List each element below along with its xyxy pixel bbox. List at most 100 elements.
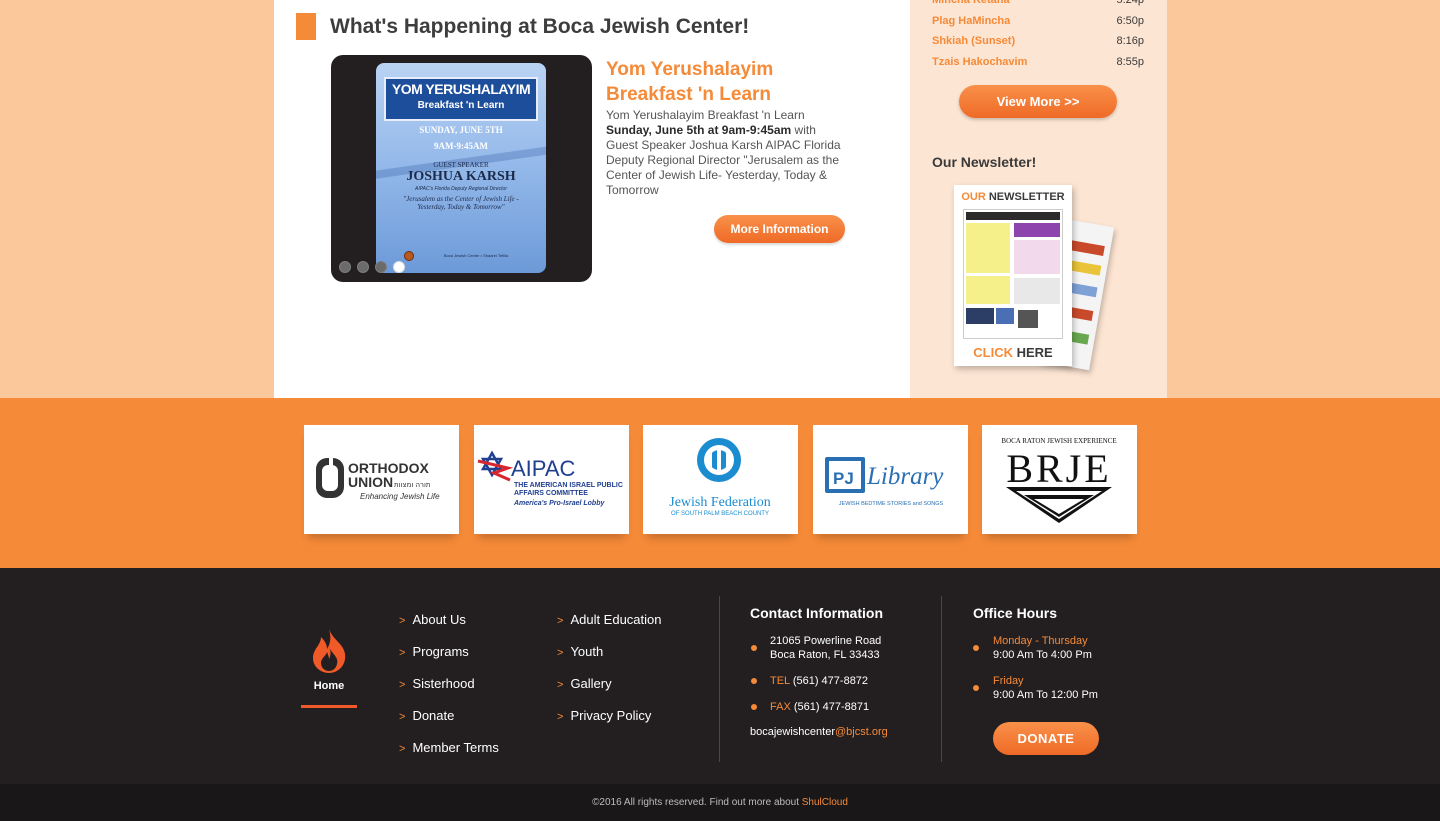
svg-text:Library: Library [866, 463, 944, 490]
flame-logo-icon[interactable] [301, 627, 357, 675]
footer-nav-link[interactable]: > Gallery [557, 676, 662, 708]
poster-guest-label: GUEST SPEAKER [433, 161, 489, 169]
poster-speaker-title: AIPAC's Florida Deputy Regional Director [414, 186, 507, 192]
event-desc-date: Sunday, June 5th at 9am-9:45am [606, 123, 792, 137]
svg-text:Enhancing Jewish Life: Enhancing Jewish Life [360, 492, 440, 501]
bullet-fax [751, 704, 757, 710]
ou-logo-icon: ORTHODOX UNION תורה ומצוות Enhancing Jew… [316, 458, 440, 501]
footer-nav-link[interactable]: > Donate [399, 708, 499, 740]
hours-friday: Friday 9:00 Am To 12:00 Pm [993, 674, 1098, 702]
svg-text:THE AMERICAN ISRAEL PUBLIC: THE AMERICAN ISRAEL PUBLIC [514, 482, 623, 489]
slider-pagination [339, 261, 405, 273]
federation-logo-icon: Jewish Federation OF SOUTH PALM BEACH CO… [669, 438, 771, 517]
svg-text:PJ: PJ [833, 469, 854, 488]
chevron-right-icon: > [399, 711, 406, 723]
site-footer: Home > About Us > Programs > Sisterhood > Donat… [0, 568, 1440, 784]
footer-nav-label: Programs [412, 644, 469, 659]
svg-text:Jewish Federation: Jewish Federation [669, 495, 770, 510]
view-more-button[interactable]: View More >> [959, 85, 1117, 118]
footer-nav-col-1: > About Us > Programs > Sisterhood > Donate > Mem… [399, 612, 499, 772]
footer-nav-label: Sisterhood [412, 676, 475, 691]
footer-nav-link[interactable]: > Privacy Policy [557, 708, 662, 740]
poster-topic: "Jerusalem as the Center of Jewish Life … [403, 195, 519, 211]
pj-library-logo-icon: PJ Library JEWISH BEDTIME STORIES and SO… [825, 457, 944, 507]
donate-button[interactable]: DONATE [993, 722, 1099, 755]
copyright-text: ©2016 All rights reserved. Find out more… [592, 797, 848, 808]
poster-seal-icon [404, 251, 414, 261]
zmanim-name: Mincha Ketana [932, 0, 1010, 6]
footer-nav-col-2: > Adult Education > Youth > Gallery > Privacy P… [557, 612, 662, 740]
partner-brje[interactable]: BOCA RATON JEWISH EXPERIENCE BRJE [982, 425, 1137, 534]
svg-text:UNION: UNION [348, 474, 393, 490]
event-slider[interactable]: YOM YERUSHALAYIM Breakfast 'n Learn SUND… [331, 55, 592, 282]
footer-nav-label: Member Terms [412, 740, 499, 755]
newsletter-click-here[interactable]: CLICK HERE [954, 345, 1072, 360]
footer-nav-label: Adult Education [570, 612, 662, 627]
address-line-1: 21065 Powerline Road [770, 635, 882, 647]
zmanim-name: Plag HaMincha [932, 14, 1011, 27]
more-information-button[interactable]: More Information [714, 215, 845, 243]
svg-text:OF SOUTH PALM BEACH COUNTY: OF SOUTH PALM BEACH COUNTY [671, 511, 769, 517]
slider-dot-1[interactable] [339, 261, 351, 273]
footer-nav-link[interactable]: > Programs [399, 644, 499, 676]
partner-logos-band: ORTHODOX UNION תורה ומצוות Enhancing Jew… [0, 398, 1440, 568]
newsletter-heading: Our Newsletter! [932, 154, 1037, 170]
home-link[interactable]: Home [301, 680, 357, 692]
svg-text:BOCA RATON JEWISH EXPERIENCE: BOCA RATON JEWISH EXPERIENCE [1001, 437, 1116, 445]
poster-footer: Boca Jewish Center • Shaarei Tefilla [443, 253, 509, 258]
hours-time-2: 9:00 Am To 12:00 Pm [993, 689, 1098, 701]
poster-subtitle: Breakfast 'n Learn [417, 100, 505, 111]
svg-text:America's Pro-Israel Lobby: America's Pro-Israel Lobby [513, 500, 605, 507]
svg-text:BRJE: BRJE [1006, 446, 1111, 491]
chevron-right-icon: > [557, 647, 564, 659]
event-poster-image[interactable]: YOM YERUSHALAYIM Breakfast 'n Learn SUND… [376, 63, 546, 273]
slider-dot-2[interactable] [357, 261, 369, 273]
slider-dot-3[interactable] [375, 261, 387, 273]
partner-pj-library[interactable]: PJ Library JEWISH BEDTIME STORIES and SO… [813, 425, 968, 534]
contact-fax: FAX (561) 477-8871 [770, 701, 870, 713]
zmanim-time: 5:24p [1116, 0, 1144, 6]
section-header: What's Happening at Boca Jewish Center! [296, 13, 749, 40]
newsletter-thumbnail [963, 209, 1063, 339]
svg-text:תורה ומצוות: תורה ומצוות [394, 481, 431, 489]
hours-days-2: Friday [993, 675, 1024, 687]
poster-speaker: JOSHUA KARSH [406, 169, 516, 184]
svg-text:JEWISH BEDTIME STORIES and SON: JEWISH BEDTIME STORIES and SONGS [839, 501, 944, 507]
zmanim-row: Plag HaMincha 6:50p [932, 15, 1144, 36]
footer-nav-label: Privacy Policy [570, 708, 652, 723]
poster-date: SUNDAY, JUNE 5TH [419, 125, 503, 135]
footer-nav-label: Gallery [570, 676, 612, 691]
partner-aipac[interactable]: AIPAC THE AMERICAN ISRAEL PUBLIC AFFAIRS… [474, 425, 629, 534]
shulcloud-link[interactable]: ShulCloud [802, 797, 848, 808]
event-title[interactable]: Yom Yerushalayim Breakfast 'n Learn [606, 57, 846, 107]
chevron-right-icon: > [399, 743, 406, 755]
aipac-logo-icon: AIPAC THE AMERICAN ISRAEL PUBLIC AFFAIRS… [477, 450, 623, 507]
contact-tel[interactable]: TEL (561) 477-8872 [770, 674, 868, 688]
chevron-right-icon: > [399, 679, 406, 691]
zmanim-row: Shkiah (Sunset) 8:16p [932, 35, 1144, 56]
partner-orthodox-union[interactable]: ORTHODOX UNION תורה ומצוות Enhancing Jew… [304, 425, 459, 534]
newsletter-card[interactable]: OUR NEWSLETTER CLICK HERE [954, 185, 1072, 366]
footer-nav-link[interactable]: > Adult Education [557, 612, 662, 644]
partner-jewish-federation[interactable]: Jewish Federation OF SOUTH PALM BEACH CO… [643, 425, 798, 534]
footer-nav-link[interactable]: > Sisterhood [399, 676, 499, 708]
zmanim-list: Mincha Ketana 5:24p Plag HaMincha 6:50p Shki… [932, 0, 1144, 76]
footer-nav-link[interactable]: > Youth [557, 644, 662, 676]
chevron-right-icon: > [557, 615, 564, 627]
contact-email-link[interactable]: bocajewishcenter@bjcst.org [750, 725, 888, 739]
slider-dot-4-active[interactable] [393, 261, 405, 273]
zmanim-row: Mincha Ketana 5:24p [932, 0, 1144, 15]
section-title: What's Happening at Boca Jewish Center! [330, 14, 750, 38]
footer-nav-label: Donate [412, 708, 455, 723]
zmanim-time: 8:55p [1116, 55, 1144, 68]
svg-text:AFFAIRS COMMITTEE: AFFAIRS COMMITTEE [514, 490, 588, 497]
newsletter-card-title: OUR NEWSLETTER [961, 191, 1065, 203]
zmanim-name: Shkiah (Sunset) [932, 35, 1016, 47]
footer-nav-link[interactable]: > About Us [399, 612, 499, 644]
copyright-bar: ©2016 All rights reserved. Find out more… [0, 784, 1440, 821]
chevron-right-icon: > [399, 615, 406, 627]
footer-nav-link[interactable]: > Member Terms [399, 740, 499, 772]
bullet-hours-2 [973, 685, 979, 691]
hours-days-1: Monday - Thursday [993, 635, 1088, 647]
footer-nav-label: About Us [412, 612, 466, 627]
